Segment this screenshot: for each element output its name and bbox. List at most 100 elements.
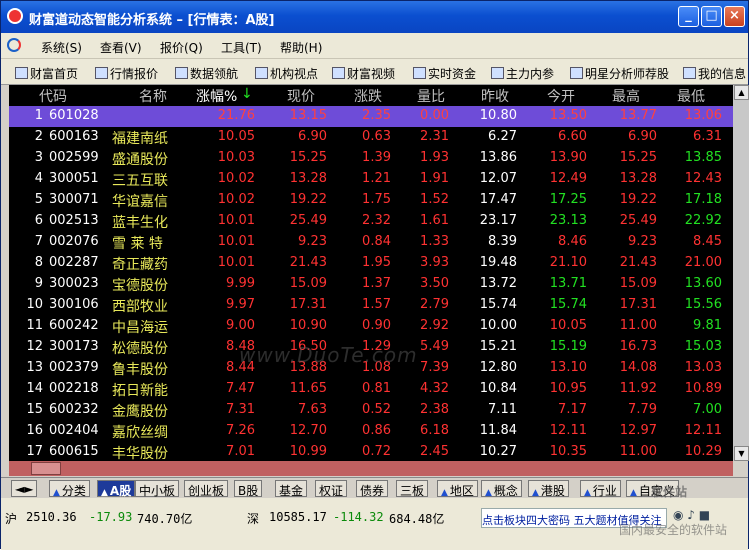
tab-item[interactable]: ▲ 港股 <box>528 480 569 498</box>
book-icon <box>491 67 504 79</box>
table-row[interactable]: 9 300023 宝德股份 9.99 15.09 1.37 3.50 13.72 13.71 15… <box>9 274 733 295</box>
toolbar-label: 财富首页 <box>30 67 79 81</box>
row-index: 16 <box>26 423 43 438</box>
table-row[interactable]: 17 600615 丰华股份 7.01 10.99 0.72 2.45 10.27 10.35 1… <box>9 442 733 461</box>
menu-help[interactable]: 帮助(H) <box>280 39 322 56</box>
table-row[interactable]: 10 300106 西部牧业 9.97 17.31 1.57 2.79 15.74 15.74 1… <box>9 295 733 316</box>
stock-code: 002287 <box>49 255 99 270</box>
table-row[interactable]: 8 002287 奇正藏药 10.01 21.43 1.95 3.93 19.48 21.10 2… <box>9 253 733 274</box>
table-row[interactable]: 5 300071 华谊嘉信 10.02 19.22 1.75 1.52 17.47 17.25 1… <box>9 190 733 211</box>
prev-close: 19.48 <box>479 255 517 270</box>
toolbar-funds[interactable]: 实时资金 <box>413 65 476 82</box>
tab-item[interactable]: ▲ 分类 <box>49 480 90 498</box>
tab-item[interactable]: 创业板 <box>184 480 229 498</box>
vertical-scrollbar[interactable]: ▲ ▼ <box>733 85 749 461</box>
triangle-up-icon: ▲ <box>485 488 492 498</box>
stock-name: 福建南纸 <box>112 131 168 147</box>
current-price: 17.31 <box>289 297 327 312</box>
tab-item[interactable]: B股 <box>234 480 263 498</box>
tab-label: 行业 <box>592 484 617 498</box>
open-price: 13.90 <box>549 150 587 165</box>
toolbar-data[interactable]: 数据领航 <box>175 65 238 82</box>
horizontal-scrollbar[interactable] <box>9 461 733 476</box>
prev-close: 6.27 <box>488 129 517 144</box>
volume-ratio: 0.00 <box>420 108 449 123</box>
toolbar-home[interactable]: 财富首页 <box>15 65 78 82</box>
tab-item[interactable]: ▲ 地区 <box>437 480 478 498</box>
row-index: 12 <box>26 339 43 354</box>
table-row[interactable]: 16 002404 嘉欣丝绸 7.26 12.70 0.86 6.18 11.84 12.11 1… <box>9 421 733 442</box>
table-row[interactable]: 1 601028 21.76 13.15 2.35 0.00 10.80 13.50 13.77… <box>9 106 733 127</box>
toolbar-institution[interactable]: 机构视点 <box>255 65 318 82</box>
table-row[interactable]: 14 002218 拓日新能 7.47 11.65 0.81 4.32 10.84 10.95 1… <box>9 379 733 400</box>
tab-item[interactable]: 三板 <box>396 480 429 498</box>
close-button[interactable]: × <box>724 6 745 27</box>
col-change[interactable]: 涨跌 <box>354 86 382 106</box>
current-price: 10.99 <box>289 444 327 459</box>
table-header: 代码 名称 涨幅% ↓ 现价 涨跌 量比 昨收 今开 最高 最低 <box>9 85 733 105</box>
menu-tools[interactable]: 工具(T) <box>221 39 262 56</box>
prev-close: 7.11 <box>488 402 517 417</box>
table-row[interactable]: 4 300051 三五互联 10.02 13.28 1.21 1.91 12.07 12.49 1… <box>9 169 733 190</box>
title-bar[interactable]: 财富道动态智能分析系统 – [行情表：A股] _ □ × <box>1 1 748 33</box>
toolbar-video[interactable]: 财富视频 <box>332 65 395 82</box>
col-code[interactable]: 代码 <box>39 86 67 106</box>
tab-item[interactable]: 中小板 <box>135 480 180 498</box>
pct-change: 7.01 <box>226 444 255 459</box>
table-row[interactable]: 11 600242 中昌海运 9.00 10.90 0.90 2.92 10.00 10.05 1… <box>9 316 733 337</box>
toolbar-quotes[interactable]: 行情报价 <box>95 65 158 82</box>
col-high[interactable]: 最高 <box>612 86 640 106</box>
scroll-down-icon[interactable]: ▼ <box>734 446 749 461</box>
price-change: 1.37 <box>362 276 391 291</box>
pct-change: 10.01 <box>217 234 255 249</box>
app-icon[interactable] <box>7 8 23 24</box>
scroll-up-icon[interactable]: ▲ <box>734 85 749 100</box>
tab-item[interactable]: 债券 <box>356 480 389 498</box>
table-row[interactable]: 7 002076 雪 莱 特 10.01 9.23 0.84 1.33 8.39 8.46 9.2… <box>9 232 733 253</box>
menu-quote[interactable]: 报价(Q) <box>160 39 203 56</box>
current-price: 21.43 <box>289 255 327 270</box>
tab-item[interactable]: ▲ A股 <box>97 480 136 498</box>
stock-code: 600163 <box>49 129 99 144</box>
col-prevclose[interactable]: 昨收 <box>481 86 509 106</box>
col-open[interactable]: 今开 <box>547 86 575 106</box>
tab-item[interactable]: ▲ 行业 <box>580 480 621 498</box>
col-low[interactable]: 最低 <box>677 86 705 106</box>
high-price: 13.77 <box>619 108 657 123</box>
tab-nav-arrows[interactable]: ◄► <box>11 480 38 497</box>
col-name[interactable]: 名称 <box>139 86 167 106</box>
table-row[interactable]: 3 002599 盛通股份 10.03 15.25 1.39 1.93 13.86 13.90 1… <box>9 148 733 169</box>
low-price: 15.03 <box>684 339 722 354</box>
menu-system[interactable]: 系统(S) <box>41 39 82 56</box>
table-row[interactable]: 6 002513 蓝丰生化 10.01 25.49 2.32 1.61 23.17 23.13 2… <box>9 211 733 232</box>
toolbar-label: 行情报价 <box>110 67 159 81</box>
col-price[interactable]: 现价 <box>287 86 315 106</box>
row-index: 14 <box>26 381 43 396</box>
maximize-button[interactable]: □ <box>701 6 722 27</box>
prev-close: 8.39 <box>488 234 517 249</box>
stock-code: 600232 <box>49 402 99 417</box>
tab-item[interactable]: 基金 <box>275 480 308 498</box>
table-row[interactable]: 2 600163 福建南纸 10.05 6.90 0.63 2.31 6.27 6.60 6.90… <box>9 127 733 148</box>
minimize-button[interactable]: _ <box>678 6 699 27</box>
pct-change: 9.97 <box>226 297 255 312</box>
table-row[interactable]: 15 600232 金鹰股份 7.31 7.63 0.52 2.38 7.11 7.17 7.79… <box>9 400 733 421</box>
status-icons[interactable]: ◉ ♪ ■ <box>673 508 710 522</box>
tab-label: 概念 <box>493 484 518 498</box>
col-pct[interactable]: 涨幅% <box>196 86 237 106</box>
sz-label: 深 <box>247 512 260 526</box>
col-volratio[interactable]: 量比 <box>417 86 445 106</box>
menu-view[interactable]: 查看(V) <box>100 39 142 56</box>
toolbar-insider[interactable]: 主力内参 <box>491 65 554 82</box>
toolbar-myinfo[interactable]: 我的信息 <box>683 65 746 82</box>
stock-code: 600615 <box>49 444 99 459</box>
price-change: 0.81 <box>362 381 391 396</box>
low-price: 6.31 <box>693 129 722 144</box>
prev-close: 23.17 <box>479 213 517 228</box>
toolbar-analyst[interactable]: 明星分析师荐股 <box>570 65 669 82</box>
toolbar: 财富首页 行情报价 数据领航 机构视点 财富视频 实时资金 主力内参 明星分析师… <box>1 59 748 85</box>
tab-item[interactable]: 权证 <box>315 480 348 498</box>
scroll-thumb[interactable] <box>31 462 61 475</box>
open-price: 6.60 <box>558 129 587 144</box>
tab-item[interactable]: ▲ 概念 <box>481 480 522 498</box>
